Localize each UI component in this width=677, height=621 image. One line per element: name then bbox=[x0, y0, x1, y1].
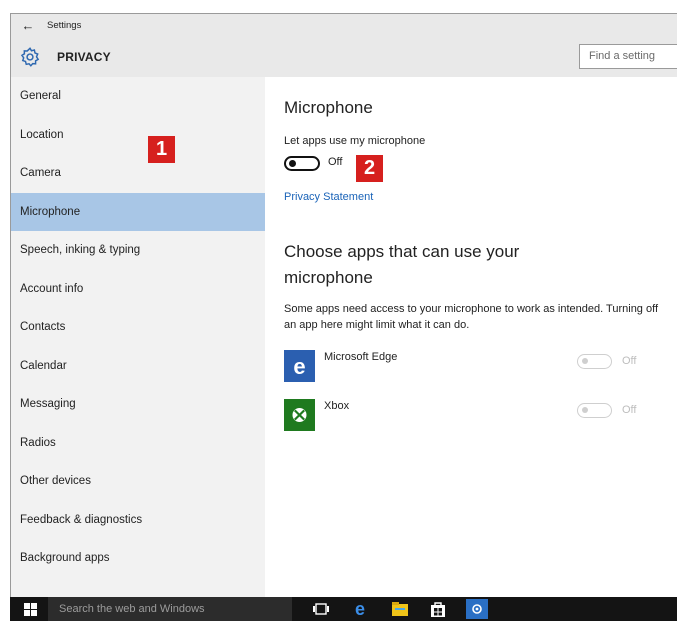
app-row-xbox: Xbox Off bbox=[284, 399, 664, 432]
xbox-microphone-toggle[interactable] bbox=[577, 403, 612, 418]
toggle-knob bbox=[289, 160, 296, 167]
sidebar-item-background-apps[interactable]: Background apps bbox=[11, 539, 265, 577]
edge-icon[interactable]: e bbox=[350, 600, 370, 618]
store-icon[interactable] bbox=[428, 600, 448, 618]
task-view-icon[interactable] bbox=[311, 600, 331, 618]
settings-window: ← Settings PRIVACY Find a setting Genera… bbox=[10, 13, 677, 597]
apps-section-description: Some apps need access to your microphone… bbox=[284, 303, 659, 331]
sidebar-item-camera[interactable]: Camera bbox=[11, 154, 265, 192]
section-title: PRIVACY bbox=[57, 50, 111, 64]
sidebar-item-speech[interactable]: Speech, inking & typing bbox=[11, 231, 265, 269]
apps-section-heading: Choose apps that can use your microphone bbox=[284, 242, 520, 287]
microphone-toggle[interactable] bbox=[284, 156, 320, 171]
microphone-toggle-state: Off bbox=[328, 156, 343, 168]
page-title: Microphone bbox=[284, 98, 373, 117]
sidebar-item-location[interactable]: Location bbox=[11, 116, 265, 154]
edge-icon: e bbox=[284, 350, 315, 382]
sidebar-item-other-devices[interactable]: Other devices bbox=[11, 462, 265, 500]
sidebar-item-microphone[interactable]: Microphone bbox=[11, 193, 265, 231]
callout-badge-2: 2 bbox=[356, 155, 383, 182]
callout-badge-1: 1 bbox=[148, 136, 175, 163]
sidebar-item-feedback[interactable]: Feedback & diagnostics bbox=[11, 501, 265, 539]
main-content: Microphone Let apps use my microphone Of… bbox=[265, 77, 677, 597]
svg-text:e: e bbox=[293, 354, 305, 379]
toggle-knob bbox=[582, 407, 588, 413]
page-header: PRIVACY Find a setting bbox=[11, 37, 677, 77]
privacy-statement-link[interactable]: Privacy Statement bbox=[284, 191, 373, 203]
microphone-toggle-label: Let apps use my microphone bbox=[284, 135, 426, 147]
app-row-edge: e Microsoft Edge Off bbox=[284, 350, 664, 383]
edge-toggle-state: Off bbox=[622, 355, 637, 367]
edge-microphone-toggle[interactable] bbox=[577, 354, 612, 369]
xbox-icon bbox=[284, 399, 315, 431]
settings-icon[interactable] bbox=[466, 599, 488, 619]
sidebar-item-calendar[interactable]: Calendar bbox=[11, 347, 265, 385]
sidebar-item-account-info[interactable]: Account info bbox=[11, 270, 265, 308]
sidebar-item-general[interactable]: General bbox=[11, 77, 265, 115]
app-name-xbox: Xbox bbox=[324, 400, 350, 412]
app-name-edge: Microsoft Edge bbox=[324, 351, 398, 363]
taskbar-search-input[interactable]: Search the web and Windows bbox=[48, 597, 292, 621]
toggle-knob bbox=[582, 358, 588, 364]
title-bar: ← Settings bbox=[11, 14, 677, 37]
search-input[interactable]: Find a setting bbox=[579, 44, 677, 69]
sidebar-item-radios[interactable]: Radios bbox=[11, 424, 265, 462]
svg-text:e: e bbox=[355, 600, 365, 618]
file-explorer-icon[interactable] bbox=[390, 600, 410, 618]
xbox-toggle-state: Off bbox=[622, 404, 637, 416]
window-title: Settings bbox=[47, 20, 82, 31]
windows-start-icon[interactable] bbox=[24, 603, 37, 616]
back-arrow-icon[interactable]: ← bbox=[11, 18, 45, 33]
taskbar: Search the web and Windows e bbox=[10, 597, 677, 621]
sidebar: General Location Camera Microphone Speec… bbox=[11, 77, 265, 597]
sidebar-item-messaging[interactable]: Messaging bbox=[11, 385, 265, 423]
gear-icon bbox=[20, 47, 40, 67]
sidebar-item-contacts[interactable]: Contacts bbox=[11, 308, 265, 346]
